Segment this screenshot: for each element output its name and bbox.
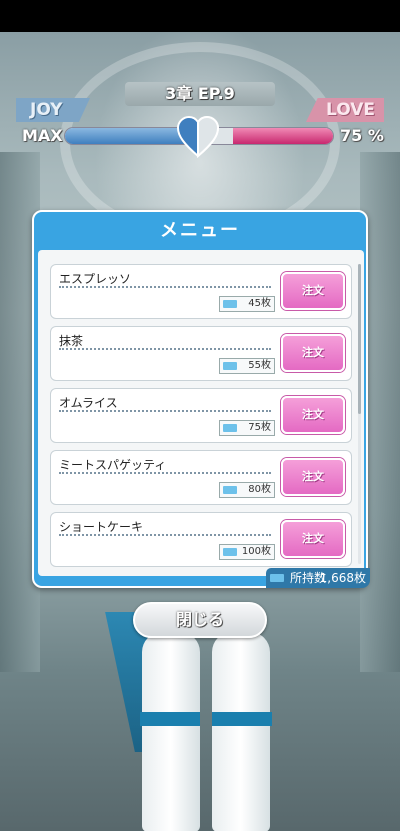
- item-name: ショートケーキ: [59, 520, 144, 534]
- menu-item: 抹茶 55枚 注文: [50, 326, 352, 381]
- dotted-divider: [59, 534, 271, 536]
- menu-dialog: メニュー エスプレッソ 45枚 注文 抹茶 55枚 注文 オムライス 75枚 注…: [32, 210, 370, 588]
- dotted-divider: [59, 410, 271, 412]
- item-price-value: 75枚: [248, 422, 271, 433]
- item-price-value: 55枚: [248, 360, 271, 371]
- owned-count: 1,668枚: [319, 571, 366, 585]
- item-name: ミートスパゲッティ: [59, 458, 167, 472]
- ticket-icon: [223, 300, 237, 308]
- menu-item: エスプレッソ 45枚 注文: [50, 264, 352, 319]
- order-button[interactable]: 注文: [281, 458, 345, 496]
- close-button[interactable]: 閉じる: [133, 602, 267, 638]
- status-bar: [0, 0, 400, 32]
- menu-list-container[interactable]: エスプレッソ 45枚 注文 抹茶 55枚 注文 オムライス 75枚 注文 ミート…: [38, 250, 364, 576]
- love-gauge-fill: [232, 128, 333, 144]
- menu-item: ショートケーキ 100枚 注文: [50, 512, 352, 567]
- joy-max-label: MAX: [22, 126, 63, 145]
- character-boot-band: [140, 712, 200, 726]
- item-price: 45枚: [219, 296, 275, 312]
- order-button[interactable]: 注文: [281, 334, 345, 372]
- ticket-icon: [270, 574, 284, 582]
- character-leg-left: [142, 632, 200, 831]
- item-price: 80枚: [219, 482, 275, 498]
- ticket-icon: [223, 424, 237, 432]
- item-price-value: 100枚: [241, 546, 271, 557]
- dotted-divider: [59, 286, 271, 288]
- heart-icon: [176, 116, 220, 158]
- item-price-value: 45枚: [248, 298, 271, 309]
- joy-label: JOY: [16, 98, 90, 122]
- order-button[interactable]: 注文: [281, 520, 345, 558]
- ticket-icon: [223, 362, 237, 370]
- item-price: 100枚: [219, 544, 275, 560]
- order-button[interactable]: 注文: [281, 396, 345, 434]
- item-name: 抹茶: [59, 334, 84, 348]
- menu-title: メニュー: [160, 220, 240, 241]
- item-name: オムライス: [59, 396, 118, 410]
- chapter-label: 3章 EP.9: [125, 82, 275, 106]
- love-percent: 75 %: [340, 126, 384, 145]
- ticket-icon: [223, 486, 237, 494]
- menu-item: ミートスパゲッティ 80枚 注文: [50, 450, 352, 505]
- menu-list: エスプレッソ 45枚 注文 抹茶 55枚 注文 オムライス 75枚 注文 ミート…: [50, 264, 352, 574]
- ticket-icon: [223, 548, 237, 556]
- menu-item: オムライス 75枚 注文: [50, 388, 352, 443]
- item-price: 55枚: [219, 358, 275, 374]
- item-price: 75枚: [219, 420, 275, 436]
- item-price-value: 80枚: [248, 484, 271, 495]
- love-label: LOVE: [306, 98, 384, 122]
- character-leg-right: [212, 632, 270, 831]
- menu-scrollbar[interactable]: [358, 264, 361, 564]
- item-name: エスプレッソ: [59, 272, 132, 286]
- dotted-divider: [59, 472, 271, 474]
- character-boot-band: [212, 712, 272, 726]
- scroll-thumb[interactable]: [358, 264, 361, 414]
- owned-tickets: 所持数 1,668枚: [266, 568, 370, 588]
- dotted-divider: [59, 348, 271, 350]
- order-button[interactable]: 注文: [281, 272, 345, 310]
